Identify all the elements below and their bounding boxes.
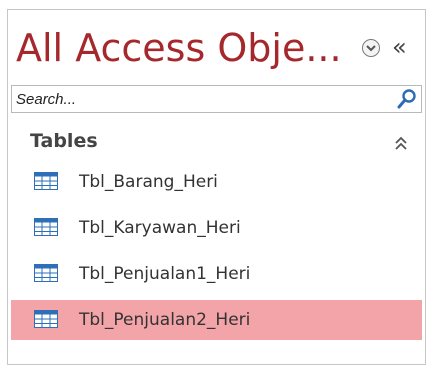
table-icon xyxy=(34,218,58,236)
group-header-tables[interactable]: Tables xyxy=(8,128,425,158)
table-item[interactable]: Tbl_Barang_Heri xyxy=(11,162,422,202)
double-chevron-up-icon[interactable] xyxy=(394,136,408,152)
table-item[interactable]: Tbl_Karyawan_Heri xyxy=(11,208,422,248)
chevron-down-circle-icon[interactable] xyxy=(362,39,380,57)
navigation-pane: All Access Obje... « Tables Tbl_Barang_H… xyxy=(7,9,426,365)
double-chevron-left-icon[interactable]: « xyxy=(392,32,407,62)
table-icon xyxy=(34,264,58,282)
table-item[interactable]: Tbl_Penjualan1_Heri xyxy=(11,254,422,294)
table-item-label: Tbl_Penjualan2_Heri xyxy=(79,310,251,330)
group-label: Tables xyxy=(30,130,98,152)
table-icon xyxy=(34,310,58,328)
search-input[interactable] xyxy=(12,86,384,112)
search-icon[interactable] xyxy=(396,88,418,110)
navigation-pane-header[interactable]: All Access Obje... « xyxy=(8,10,425,82)
table-item-label: Tbl_Karyawan_Heri xyxy=(79,218,241,238)
table-item-label: Tbl_Barang_Heri xyxy=(79,172,218,192)
table-item-label: Tbl_Penjualan1_Heri xyxy=(79,264,251,284)
table-item[interactable]: Tbl_Penjualan2_Heri xyxy=(11,300,422,340)
search-box xyxy=(11,85,422,113)
navigation-pane-title[interactable]: All Access Obje... xyxy=(16,18,342,78)
table-icon xyxy=(34,172,58,190)
